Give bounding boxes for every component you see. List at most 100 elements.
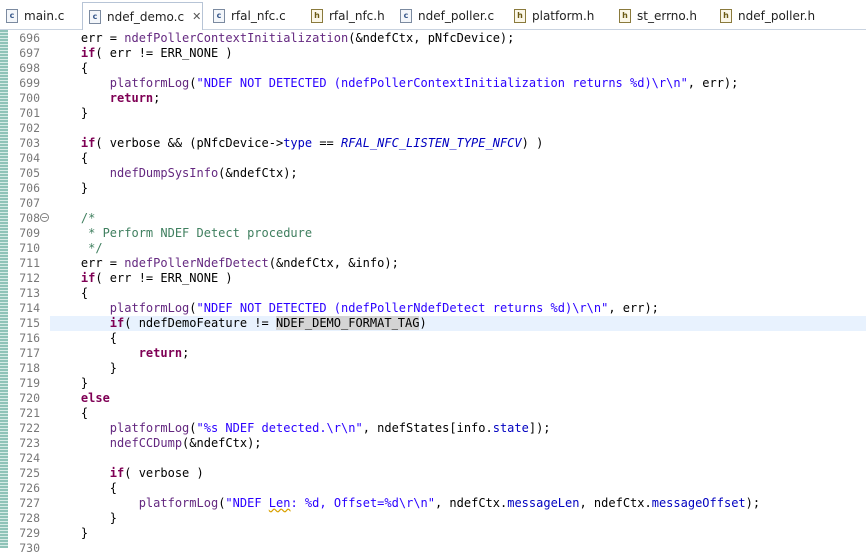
code-token: ;	[153, 91, 161, 105]
line-number: 696	[19, 31, 40, 45]
line-number: 730	[19, 541, 40, 555]
code-line[interactable]: 716 {	[0, 331, 866, 346]
code-line[interactable]: 704 {	[0, 151, 866, 166]
code-token: ndefCCDump	[109, 436, 183, 450]
code-line[interactable]: 718 }	[0, 361, 866, 376]
code-text: */	[52, 241, 103, 256]
code-line[interactable]: 730	[0, 541, 866, 556]
code-token: ( err != ERR_NONE )	[95, 46, 233, 60]
code-token: platformLog	[109, 76, 190, 90]
code-line[interactable]: 714 platformLog("NDEF NOT DETECTED (ndef…	[0, 301, 866, 316]
tab-ndef-poller-c[interactable]: c ndef_poller.c	[394, 3, 504, 29]
line-number: 703	[19, 136, 40, 150]
code-token: , ndefCtx.	[434, 496, 508, 510]
code-token: messageLen	[507, 496, 580, 510]
tab-rfal-nfc-h[interactable]: h rfal_nfc.h	[305, 3, 390, 29]
tab-st-errno-h[interactable]: h st_errno.h	[613, 3, 710, 29]
code-token: , err);	[608, 301, 659, 315]
code-line[interactable]: 709 * Perform NDEF Detect procedure	[0, 226, 866, 241]
code-token: }	[52, 526, 89, 540]
line-number: 713	[19, 286, 40, 300]
code-line[interactable]: 729 }	[0, 526, 866, 541]
code-line[interactable]: 719 }	[0, 376, 866, 391]
code-line[interactable]: 697 if( err != ERR_NONE )	[0, 46, 866, 61]
code-token: ( err != ERR_NONE )	[95, 271, 233, 285]
tab-label: main.c	[24, 9, 65, 23]
line-number: 706	[19, 181, 40, 195]
code-line[interactable]: 700 return;	[0, 91, 866, 106]
code-token: if	[80, 136, 96, 150]
code-line[interactable]: 708− /*	[0, 211, 866, 226]
code-line[interactable]: 707	[0, 196, 866, 211]
code-line[interactable]: 724	[0, 451, 866, 466]
code-token: err =	[52, 256, 125, 270]
line-number: 711	[19, 256, 40, 270]
header-file-icon: h	[619, 9, 631, 23]
code-line[interactable]: 705 ndefDumpSysInfo(&ndefCtx);	[0, 166, 866, 181]
code-token: */	[52, 241, 103, 255]
code-text: if( ndefDemoFeature != NDEF_DEMO_FORMAT_…	[52, 316, 427, 331]
code-line[interactable]: 699 platformLog("NDEF NOT DETECTED (ndef…	[0, 76, 866, 91]
code-line[interactable]: 706 }	[0, 181, 866, 196]
code-token: ;	[182, 346, 190, 360]
code-token: (&ndefCtx, pNfcDevice);	[348, 31, 515, 45]
close-icon[interactable]: ✕	[192, 10, 201, 23]
code-token: {	[52, 286, 89, 300]
line-number: 717	[19, 346, 40, 360]
c-file-icon: c	[213, 9, 225, 23]
code-token: ( verbose && (pNfcDevice->	[95, 136, 284, 150]
tab-rfal-nfc-c[interactable]: c rfal_nfc.c	[207, 3, 301, 29]
code-line[interactable]: 721 {	[0, 406, 866, 421]
code-token: ndefDumpSysInfo	[109, 166, 219, 180]
tab-ndef-poller-h[interactable]: h ndef_poller.h	[714, 3, 819, 29]
code-token: (&ndefCtx);	[218, 166, 298, 180]
code-line[interactable]: 702	[0, 121, 866, 136]
code-token: }	[52, 376, 89, 390]
code-line[interactable]: 720 else	[0, 391, 866, 406]
line-number: 728	[19, 511, 40, 525]
code-token: "NDEF NOT DETECTED (ndefPollerContextIni…	[196, 76, 688, 90]
header-file-icon: h	[514, 9, 526, 23]
code-line[interactable]: 703 if( verbose && (pNfcDevice->type == …	[0, 136, 866, 151]
code-line[interactable]: 712 if( err != ERR_NONE )	[0, 271, 866, 286]
code-line[interactable]: 698 {	[0, 61, 866, 76]
code-editor[interactable]: 696 err = ndefPollerContextInitializatio…	[0, 30, 866, 555]
code-token: (	[189, 421, 197, 435]
line-number: 715	[19, 316, 40, 330]
code-token: )	[419, 316, 427, 330]
line-number: 708	[19, 211, 40, 225]
fold-collapse-icon[interactable]: −	[40, 213, 49, 222]
code-line[interactable]: 701 }	[0, 106, 866, 121]
code-line[interactable]: 713 {	[0, 286, 866, 301]
code-line[interactable]: 722 platformLog("%s NDEF detected.\r\n",…	[0, 421, 866, 436]
code-token: }	[52, 361, 118, 375]
tab-label: rfal_nfc.h	[329, 9, 385, 23]
code-line[interactable]: 711 err = ndefPollerNdefDetect(&ndefCtx,…	[0, 256, 866, 271]
code-line[interactable]: 726 {	[0, 481, 866, 496]
tab-platform-h[interactable]: h platform.h	[508, 3, 609, 29]
code-token: platformLog	[109, 301, 190, 315]
code-line[interactable]: 727 platformLog("NDEF Len: %d, Offset=%d…	[0, 496, 866, 511]
code-line[interactable]: 696 err = ndefPollerContextInitializatio…	[0, 31, 866, 46]
code-line[interactable]: 717 return;	[0, 346, 866, 361]
code-line[interactable]: 715 if( ndefDemoFeature != NDEF_DEMO_FOR…	[0, 316, 866, 331]
code-line[interactable]: 725 if( verbose )	[0, 466, 866, 481]
code-token: , ndefStates[info.	[362, 421, 493, 435]
code-line[interactable]: 728 }	[0, 511, 866, 526]
line-number: 700	[19, 91, 40, 105]
code-line[interactable]: 710 */	[0, 241, 866, 256]
tab-main-c[interactable]: c main.c	[0, 3, 78, 29]
code-line[interactable]: 723 ndefCCDump(&ndefCtx);	[0, 436, 866, 451]
line-number: 698	[19, 61, 40, 75]
line-number: 722	[19, 421, 40, 435]
line-number: 697	[19, 46, 40, 60]
line-number: 723	[19, 436, 40, 450]
code-token: {	[52, 151, 89, 165]
tab-ndef-demo-c[interactable]: c ndef_demo.c ✕	[82, 2, 203, 30]
c-file-icon: c	[6, 9, 18, 23]
